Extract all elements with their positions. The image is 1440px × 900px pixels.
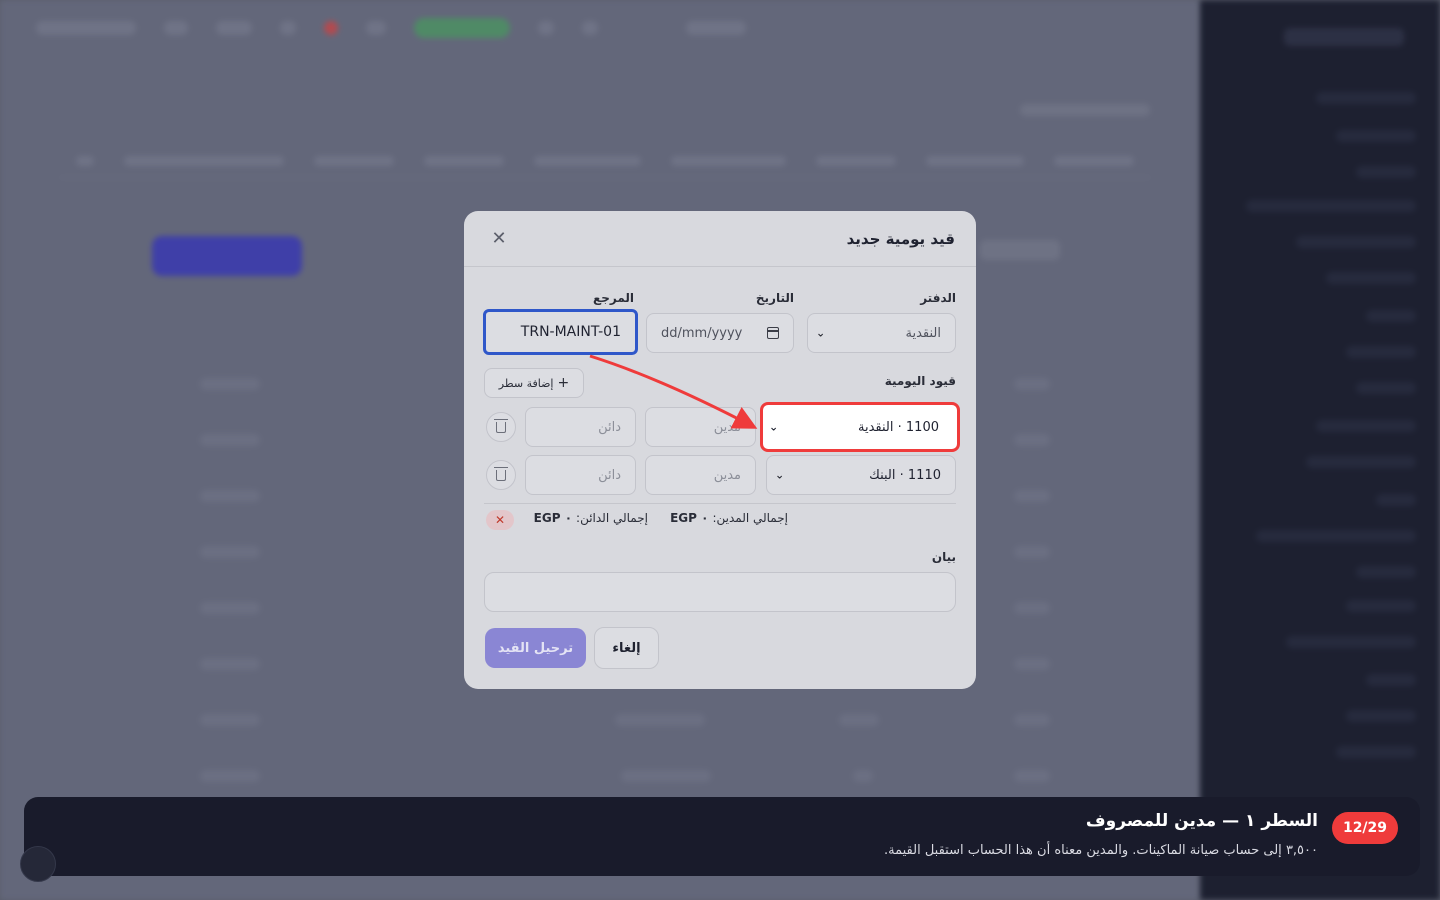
line-2-account-select[interactable]: 1110 · البنك ⌄: [766, 455, 956, 495]
line-1-account-value: 1100 · النقدية: [858, 419, 939, 435]
date-input[interactable]: dd/mm/yyyy: [646, 313, 794, 353]
trash-icon: [494, 466, 508, 481]
description-input[interactable]: [484, 572, 956, 612]
reference-input-value: TRN-MAINT-01: [520, 324, 621, 340]
description-label: بيان: [931, 550, 956, 564]
journal-select[interactable]: النقدية ⌄: [807, 313, 956, 353]
background-topbar: [0, 0, 1200, 56]
line-1-debit-placeholder: مدين: [713, 419, 741, 435]
journal-select-value: النقدية: [905, 325, 941, 341]
date-input-value: dd/mm/yyyy: [661, 325, 743, 341]
line-1-credit-placeholder: دائن: [598, 419, 621, 435]
tutorial-banner: 12/29 السطر ١ — مدين للمصروف ٣,٥٠٠ إلى ح…: [24, 797, 1420, 876]
total-debit-value: EGP ٠: [670, 511, 709, 525]
total-credit: إجمالي الدائن: EGP ٠: [534, 511, 648, 525]
cancel-button[interactable]: إلغاء: [594, 627, 659, 669]
reference-label: المرجع: [593, 291, 634, 305]
tutorial-text: ٣,٥٠٠ إلى حساب صيانة الماكينات. والمدين …: [884, 843, 1318, 858]
chevron-down-icon: ⌄: [769, 420, 779, 434]
unbalanced-status-icon: ✕: [486, 510, 514, 530]
calendar-icon: [767, 327, 779, 339]
divider: [484, 503, 956, 504]
background-primary-button: [152, 236, 302, 276]
help-button[interactable]: [20, 846, 56, 882]
add-line-button[interactable]: + إضافة سطر: [484, 368, 584, 398]
line-2-account-value: 1110 · البنك: [869, 467, 941, 483]
journal-label: الدفتر: [920, 291, 956, 305]
line-1-credit-input[interactable]: دائن: [525, 407, 636, 447]
line-1-delete-button[interactable]: [486, 412, 516, 442]
dialog-title: قيد يومية جديد: [846, 229, 955, 248]
chevron-down-icon: ⌄: [775, 468, 785, 482]
background-sidebar: [1200, 0, 1440, 900]
date-label: التاريخ: [755, 291, 794, 305]
journal-entries-label: قيود اليومية: [884, 374, 956, 388]
total-debit-label: إجمالي المدين:: [712, 511, 788, 525]
total-debit: إجمالي المدين: EGP ٠: [670, 511, 788, 525]
line-2-debit-input[interactable]: مدين: [645, 455, 756, 495]
line-2-debit-placeholder: مدين: [713, 467, 741, 483]
highlighted-line-1-account-select[interactable]: 1100 · النقدية ⌄: [760, 402, 960, 452]
line-2-credit-placeholder: دائن: [598, 467, 621, 483]
close-icon[interactable]: ✕: [485, 225, 513, 253]
background-tabs: [60, 144, 1150, 178]
reference-input[interactable]: TRN-MAINT-01: [483, 309, 638, 355]
chevron-down-icon: ⌄: [816, 326, 826, 340]
tutorial-title: السطر ١ — مدين للمصروف: [1085, 811, 1318, 831]
total-credit-value: EGP ٠: [533, 511, 573, 525]
dialog-header: قيد يومية جديد ✕: [464, 211, 976, 267]
step-counter-badge: 12/29: [1332, 812, 1398, 844]
add-line-label: إضافة سطر: [498, 376, 554, 390]
plus-icon: +: [557, 375, 570, 391]
total-credit-label: إجمالي الدائن:: [576, 511, 648, 525]
line-1-debit-input[interactable]: مدين: [645, 407, 756, 447]
line-2-credit-input[interactable]: دائن: [525, 455, 636, 495]
line-2-delete-button[interactable]: [486, 460, 516, 490]
trash-icon: [494, 418, 508, 433]
post-entry-button[interactable]: ترحيل القيد: [485, 628, 586, 668]
